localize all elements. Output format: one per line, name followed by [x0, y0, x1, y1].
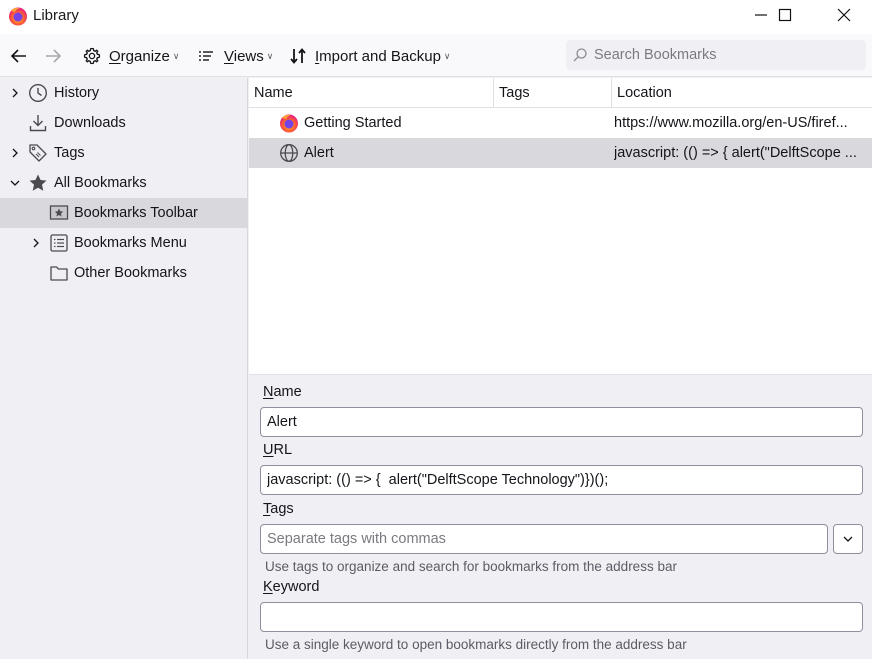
chevron-down-icon: ∨	[172, 50, 180, 61]
column-header-label: Location	[617, 84, 672, 101]
keyword-label: Keyword	[263, 579, 320, 595]
sidebar-item-tags[interactable]: Tags	[0, 138, 247, 168]
name-input[interactable]	[260, 407, 863, 437]
maximize-button[interactable]	[762, 0, 808, 30]
views-accesskey: V	[224, 47, 234, 65]
globe-icon	[280, 144, 298, 162]
sidebar-tree: History Downloads Tags All Bookmarks Boo…	[0, 78, 248, 659]
column-header-name[interactable]: Name	[249, 78, 494, 108]
row-location: javascript: (() => { alert("DelftScope .…	[614, 145, 857, 161]
title-bar: Library	[0, 0, 872, 34]
sidebar-item-history[interactable]: History	[0, 78, 247, 108]
bookmark-details-pane: Name URL Tags Use tags to organize and s…	[249, 374, 872, 659]
download-icon	[29, 115, 47, 132]
keyword-input[interactable]	[260, 602, 863, 632]
sidebar-item-label: Bookmarks Menu	[74, 235, 187, 251]
import-backup-menu-button[interactable]: Import and Backup ∨	[289, 42, 451, 70]
sidebar-item-label: Other Bookmarks	[74, 265, 187, 281]
column-header-location[interactable]: Location	[612, 78, 872, 108]
star-icon	[29, 174, 47, 191]
bookmarks-toolbar-icon	[49, 205, 69, 220]
chevron-down-icon	[843, 536, 853, 542]
table-row[interactable]: Alert javascript: (() => { alert("DelftS…	[249, 138, 872, 168]
window-title: Library	[33, 7, 79, 24]
url-input[interactable]	[260, 465, 863, 495]
sidebar-item-other-bookmarks[interactable]: Other Bookmarks	[0, 258, 247, 288]
arrow-right-icon	[46, 49, 62, 63]
sidebar-item-label: Tags	[54, 145, 85, 161]
chevron-right-icon[interactable]	[9, 147, 21, 159]
keyword-hint: Use a single keyword to open bookmarks d…	[265, 637, 687, 652]
clock-icon	[28, 83, 48, 103]
chevron-down-icon[interactable]	[9, 177, 21, 189]
sidebar-item-bookmarks-toolbar[interactable]: Bookmarks Toolbar	[0, 198, 247, 228]
views-label: iews	[233, 47, 264, 65]
tags-label: Tags	[263, 501, 294, 517]
list-icon	[199, 51, 213, 61]
url-label: URL	[263, 442, 293, 458]
search-icon	[573, 48, 587, 62]
organize-label: rganize	[120, 47, 170, 65]
search-box[interactable]	[566, 40, 866, 70]
tag-icon	[29, 144, 47, 162]
row-name: Alert	[304, 145, 334, 161]
chevron-right-icon[interactable]	[30, 237, 42, 249]
back-button[interactable]	[10, 42, 28, 70]
sidebar-item-label: History	[54, 85, 100, 101]
sidebar-item-all-bookmarks[interactable]: All Bookmarks	[0, 168, 247, 198]
toolbar: Organize ∨ Views ∨ Import and Backup ∨	[0, 34, 872, 77]
close-icon	[837, 8, 851, 22]
sidebar-item-label: Downloads	[54, 115, 126, 131]
tags-dropdown-button[interactable]	[833, 524, 863, 554]
views-menu-button[interactable]: Views ∨	[198, 42, 273, 70]
gear-icon	[83, 47, 101, 65]
arrow-left-icon	[10, 49, 26, 63]
import-backup-label: mport and Backup	[319, 47, 441, 65]
maximize-icon	[778, 8, 792, 22]
close-button[interactable]	[821, 0, 867, 30]
tags-input[interactable]	[260, 524, 828, 554]
firefox-logo-icon	[9, 7, 27, 26]
forward-button[interactable]	[44, 42, 62, 70]
column-header-label: Name	[254, 84, 293, 101]
tags-hint: Use tags to organize and search for book…	[265, 559, 677, 574]
chevron-right-icon[interactable]	[9, 87, 21, 99]
import-export-icon	[290, 48, 306, 64]
bookmarks-menu-icon	[50, 234, 68, 252]
column-header-label: Tags	[499, 84, 530, 101]
name-label: Name	[263, 384, 302, 400]
sidebar-item-label: Bookmarks Toolbar	[74, 205, 198, 221]
column-header-tags[interactable]: Tags	[494, 78, 612, 108]
chevron-down-icon: ∨	[266, 50, 274, 61]
organize-accesskey: O	[109, 47, 121, 65]
row-location: https://www.mozilla.org/en-US/firef...	[614, 115, 848, 131]
sidebar-item-downloads[interactable]: Downloads	[0, 108, 247, 138]
sidebar-item-bookmarks-menu[interactable]: Bookmarks Menu	[0, 228, 247, 258]
chevron-down-icon: ∨	[443, 50, 451, 61]
sidebar-item-label: All Bookmarks	[54, 175, 147, 191]
firefox-icon	[280, 114, 298, 133]
organize-menu-button[interactable]: Organize ∨	[83, 42, 179, 70]
search-input[interactable]	[594, 47, 854, 63]
row-name: Getting Started	[304, 115, 402, 131]
bookmarks-table: Name Tags Location Getting Started https…	[249, 78, 872, 374]
table-row[interactable]: Getting Started https://www.mozilla.org/…	[249, 108, 872, 138]
folder-icon	[50, 266, 68, 281]
